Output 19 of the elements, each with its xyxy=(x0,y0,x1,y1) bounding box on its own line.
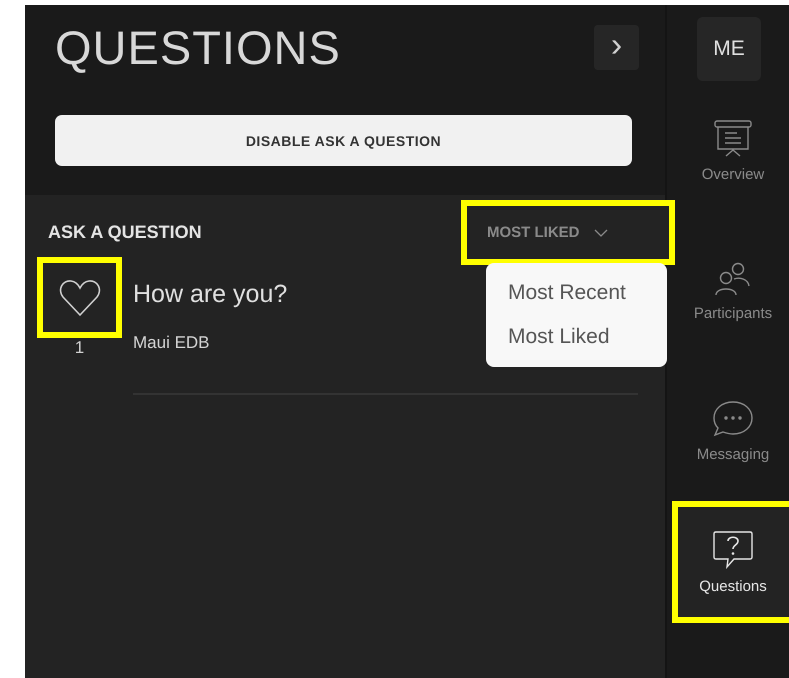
like-count: 1 xyxy=(74,338,84,358)
chevron-icon xyxy=(594,228,608,236)
presentation-icon xyxy=(713,120,753,158)
heart-icon xyxy=(58,278,100,316)
panel-title: QUESTIONS xyxy=(55,20,341,74)
like-button[interactable] xyxy=(37,257,122,338)
avatar[interactable]: ME xyxy=(697,17,761,81)
nav-item[interactable]: Messaging xyxy=(672,361,789,501)
question-bubble-icon xyxy=(712,530,754,570)
sort-dropdown[interactable]: MOST LIKED xyxy=(461,200,675,265)
question-author: Maui EDB xyxy=(133,333,210,353)
collapse-button[interactable]: › xyxy=(594,24,639,70)
question-text: How are you? xyxy=(133,280,288,309)
sort-option[interactable]: Most Liked xyxy=(486,315,667,359)
disable-ask-button[interactable]: DISABLE ASK A QUESTION xyxy=(55,115,632,166)
chat-bubble-icon xyxy=(712,400,754,438)
section-heading: ASK A QUESTION xyxy=(48,222,202,243)
sort-option[interactable]: Most Recent xyxy=(486,271,667,315)
nav-item[interactable]: Questions xyxy=(672,501,789,623)
